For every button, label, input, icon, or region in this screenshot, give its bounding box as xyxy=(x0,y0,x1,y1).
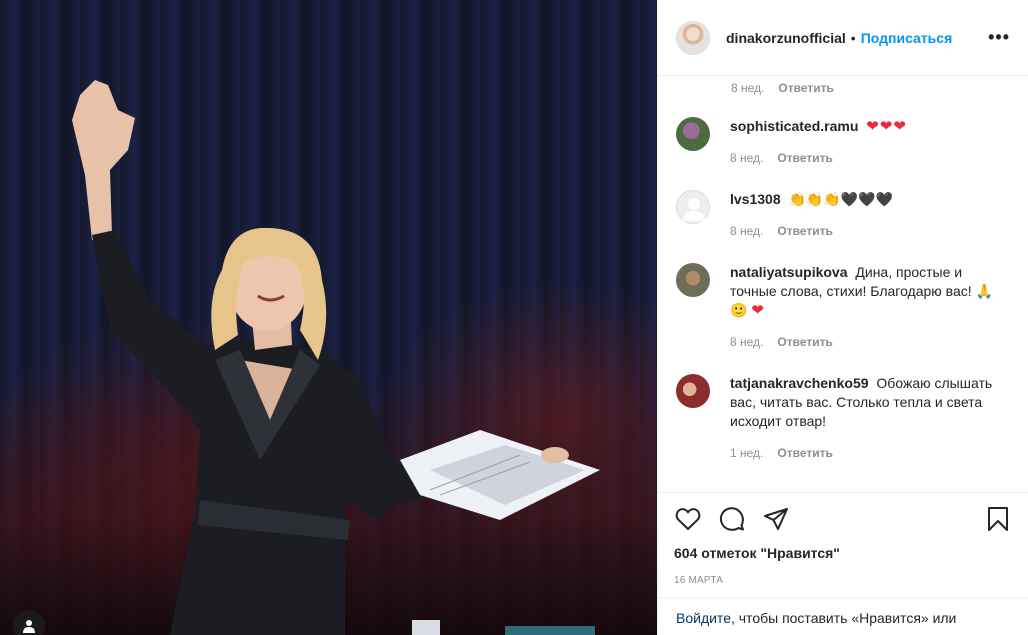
comment-time: 8 нед. xyxy=(730,224,764,238)
commenter-avatar[interactable] xyxy=(676,374,710,408)
share-button[interactable] xyxy=(762,505,790,533)
action-bar xyxy=(674,493,1012,545)
comment-time: 1 нед. xyxy=(730,446,764,460)
comment-emoji: ❤❤❤ xyxy=(866,118,907,135)
comment-item: lvs1308 👏👏👏🖤🖤🖤 8 нед. Ответить xyxy=(676,190,1010,241)
reply-button[interactable]: Ответить xyxy=(777,222,832,241)
reply-button[interactable]: Ответить xyxy=(777,333,832,352)
heart-icon xyxy=(675,508,701,530)
likes-count[interactable]: 604 отметок "Нравится" xyxy=(674,545,1012,561)
save-button[interactable] xyxy=(984,505,1012,533)
comment-meta: 8 нед. Ответить xyxy=(730,333,1010,352)
like-button[interactable] xyxy=(674,505,702,533)
comment-meta: 1 нед. Ответить xyxy=(730,444,1010,463)
reply-button[interactable]: Ответить xyxy=(777,444,832,463)
side-panel: dinakorzunofficial • Подписаться ••• 8 н… xyxy=(657,0,1028,635)
comment-icon xyxy=(719,507,744,531)
post-date[interactable]: 16 марта xyxy=(674,575,1012,586)
commenter-username[interactable]: tatjanakravchenko59 xyxy=(730,375,869,391)
comment-time: 8 нед. xyxy=(731,81,765,95)
bookmark-icon xyxy=(988,507,1008,531)
post-actions: 604 отметок "Нравится" 16 марта xyxy=(658,492,1028,586)
comment-meta: 8 нед. Ответить xyxy=(676,81,1010,95)
login-prompt: Войдите, чтобы поставить «Нравится» или … xyxy=(658,597,1028,635)
user-avatar-button[interactable] xyxy=(13,610,45,635)
comment-emoji: ❤ xyxy=(751,302,765,319)
commenter-username[interactable]: sophisticated.ramu xyxy=(730,118,858,134)
post: dinakorzunofficial • Подписаться ••• 8 н… xyxy=(0,0,1028,635)
follow-button[interactable]: Подписаться xyxy=(861,30,953,46)
comment-meta: 8 нед. Ответить xyxy=(730,222,1010,241)
comment-item: tatjanakravchenko59 Обожаю слышать вас, … xyxy=(676,374,1010,463)
comment-text: 👏👏👏🖤🖤🖤 xyxy=(788,191,894,207)
comment-item: nataliyatsupikova Дина, простые и точные… xyxy=(676,263,1010,352)
performer-figure xyxy=(72,80,600,635)
author-avatar[interactable] xyxy=(676,20,710,55)
login-link[interactable]: Войдите xyxy=(676,610,731,626)
commenter-avatar[interactable] xyxy=(676,190,710,224)
header-separator: • xyxy=(850,29,856,46)
commenter-avatar[interactable] xyxy=(676,117,710,151)
share-icon xyxy=(764,508,788,530)
author-username[interactable]: dinakorzunofficial xyxy=(726,30,846,46)
reply-button[interactable]: Ответить xyxy=(778,81,833,95)
more-icon[interactable]: ••• xyxy=(988,27,1010,48)
post-photo[interactable] xyxy=(0,0,657,635)
commenter-username[interactable]: lvs1308 xyxy=(730,191,781,207)
comment-item: sophisticated.ramu ❤❤❤ 8 нед. Ответить xyxy=(676,117,1010,168)
comment-time: 8 нед. xyxy=(730,335,764,349)
comments-list[interactable]: 8 нед. Ответить sophisticated.ramu ❤❤❤ 8… xyxy=(658,77,1028,491)
commenter-username[interactable]: nataliyatsupikova xyxy=(730,264,848,280)
commenter-avatar[interactable] xyxy=(676,263,710,297)
user-icon xyxy=(23,620,35,633)
comment-button[interactable] xyxy=(718,505,746,533)
reply-button[interactable]: Ответить xyxy=(777,149,832,168)
comment-time: 8 нед. xyxy=(730,151,764,165)
post-header: dinakorzunofficial • Подписаться ••• xyxy=(658,0,1028,76)
default-avatar-icon xyxy=(683,198,705,221)
comment-meta: 8 нед. Ответить xyxy=(730,149,1010,168)
